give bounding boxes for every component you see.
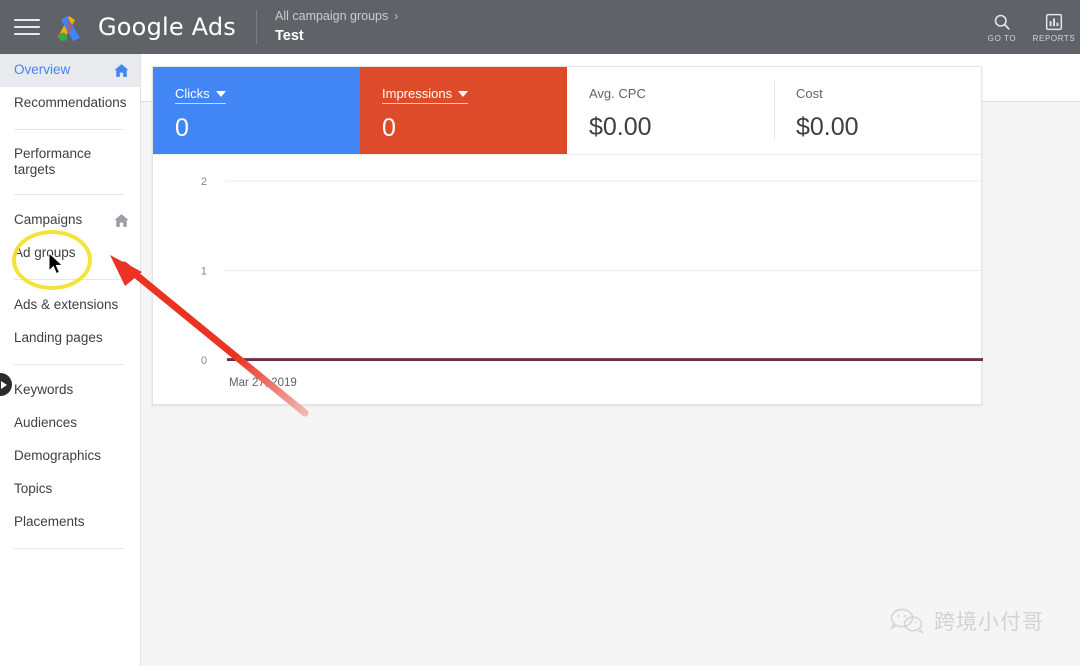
header-divider (256, 10, 257, 44)
metric-label[interactable]: Impressions (382, 86, 469, 104)
metric-card-impressions[interactable]: Impressions 0 (360, 67, 567, 154)
sidebar-item-audiences[interactable]: Audiences (0, 407, 140, 440)
top-bar-actions: GO TO REPORTS (976, 0, 1080, 54)
metric-label[interactable]: Clicks (175, 86, 226, 104)
sidebar-item-demographics[interactable]: Demographics (0, 440, 140, 473)
chevron-right-icon: › (394, 9, 399, 24)
metric-label-text: Cost (796, 86, 823, 101)
chart-y-tick-label: 1 (201, 266, 207, 278)
metric-label: Cost (796, 86, 823, 101)
watermark: 跨境小付哥 (890, 606, 1044, 636)
go-to-label: GO TO (987, 33, 1017, 43)
reports-label: REPORTS (1032, 33, 1076, 43)
sidebar-item-label: Demographics (14, 448, 102, 464)
sidebar-item-keywords[interactable]: Keywords (0, 374, 140, 407)
sidebar-item-label: Ads & extensions (14, 297, 119, 313)
metric-label: Avg. CPC (589, 86, 646, 101)
metric-value: 0 (382, 114, 396, 142)
metric-value: 0 (175, 114, 189, 142)
top-app-bar: Google Ads All campaign groups › Test GO… (0, 0, 1080, 54)
chart-y-tick-label: 2 (201, 176, 207, 188)
google-ads-logo-icon (54, 12, 88, 42)
chevron-down-icon[interactable] (215, 90, 226, 97)
search-icon (992, 12, 1012, 32)
chart-svg: 0 1 2 Mar 27, 2019 (201, 176, 983, 389)
sidebar-item-label: Placements (14, 514, 85, 530)
chart-y-tick-label: 0 (201, 355, 207, 367)
sidebar-item-label: Audiences (14, 415, 78, 431)
app-root: Google Ads All campaign groups › Test GO… (0, 0, 1080, 666)
wechat-logo-icon (890, 608, 924, 634)
sidebar-item-placements[interactable]: Placements (0, 506, 140, 539)
sidebar-divider (14, 129, 124, 130)
brand-title: Google Ads (98, 13, 236, 41)
sidebar-item-label: Recommendations (14, 95, 127, 111)
sidebar-item-performance-targets[interactable]: Performance targets (0, 139, 140, 185)
sidebar-item-label: Topics (14, 481, 53, 497)
breadcrumb[interactable]: All campaign groups › Test (275, 9, 398, 45)
sidebar-item-label: Campaigns (14, 212, 83, 228)
metric-label-text: Clicks (175, 86, 210, 101)
metric-value: $0.00 (589, 113, 652, 141)
sidebar-divider (14, 364, 124, 365)
sidebar-item-label: Ad groups (14, 245, 76, 261)
go-to-button[interactable]: GO TO (976, 0, 1028, 54)
breadcrumb-parent[interactable]: All campaign groups (275, 9, 388, 25)
sidebar-item-recommendations[interactable]: Recommendations (0, 87, 140, 120)
overview-chart-card: Clicks 0 Impressions 0 Avg. CPC $0.00 Cost $0.0… (152, 66, 983, 405)
sidebar-divider (14, 194, 124, 195)
sidebar-item-campaigns[interactable]: Campaigns (0, 204, 140, 237)
chart-x-tick-label: Mar 27, 2019 (229, 377, 297, 389)
home-icon[interactable] (113, 62, 130, 79)
sidebar-item-ad-groups[interactable]: Ad groups (0, 237, 140, 270)
metric-card-cost[interactable]: Cost $0.00 (774, 67, 981, 154)
sidebar-item-label: Performance targets (14, 145, 92, 177)
metric-label-text: Avg. CPC (589, 86, 646, 101)
metric-label-text: Impressions (382, 86, 453, 101)
performance-chart: 0 1 2 Mar 27, 2019 (153, 155, 983, 405)
home-icon[interactable] (113, 212, 130, 229)
sidebar-item-overview[interactable]: Overview (0, 54, 140, 87)
sidebar-item-label: Landing pages (14, 330, 103, 346)
sidebar-item-landing-pages[interactable]: Landing pages (0, 322, 140, 355)
breadcrumb-account[interactable]: Test (275, 27, 398, 45)
sidebar-item-label: Keywords (14, 382, 74, 398)
chevron-down-icon[interactable] (458, 90, 469, 97)
sidebar-nav: Overview Recommendations Performance targe… (0, 54, 141, 666)
chevron-right-icon (1, 380, 7, 389)
metric-card-clicks[interactable]: Clicks 0 (153, 67, 360, 154)
reports-bar-chart-icon (1044, 12, 1064, 32)
sidebar-divider (14, 279, 124, 280)
metric-card-avg-cpc[interactable]: Avg. CPC $0.00 (567, 67, 774, 154)
sidebar-item-topics[interactable]: Topics (0, 473, 140, 506)
sidebar-divider (14, 548, 124, 549)
metric-value: $0.00 (796, 113, 859, 141)
metric-cards: Clicks 0 Impressions 0 Avg. CPC $0.00 Cost $0.0… (153, 67, 981, 155)
watermark-text: 跨境小付哥 (934, 610, 1044, 634)
sidebar-item-label: Overview (14, 62, 71, 78)
sidebar-item-ads-extensions[interactable]: Ads & extensions (0, 289, 140, 322)
hamburger-menu-icon[interactable] (14, 17, 40, 37)
reports-button[interactable]: REPORTS (1028, 0, 1080, 54)
